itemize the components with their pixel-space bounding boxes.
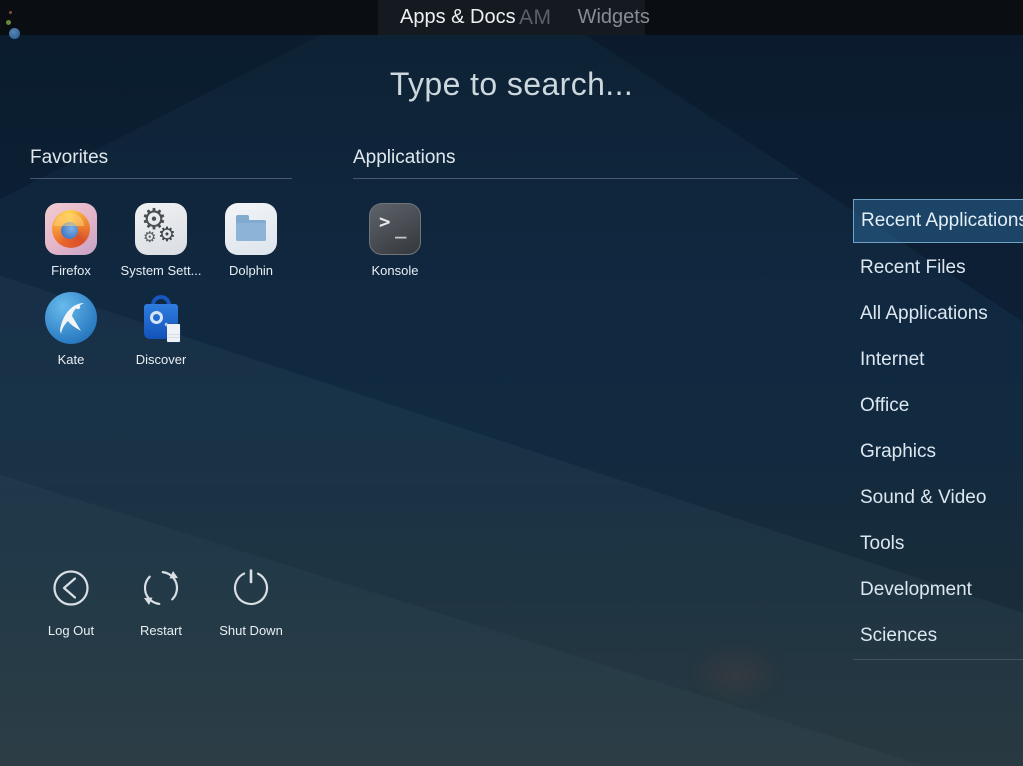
kate-icon xyxy=(45,292,97,344)
category-recent-files[interactable]: Recent Files xyxy=(853,245,1023,291)
top-bar: AM Apps & Docs Widgets xyxy=(0,0,1023,35)
app-dolphin[interactable]: Dolphin xyxy=(206,203,296,278)
app-konsole[interactable]: >_ Konsole xyxy=(350,203,440,278)
konsole-icon: >_ xyxy=(369,203,421,255)
tab-strip: AM Apps & Docs Widgets xyxy=(378,0,645,35)
clock-ghost-text: AM xyxy=(519,0,552,35)
dolphin-icon xyxy=(225,203,277,255)
desktop-dot-green xyxy=(6,20,11,25)
category-tools[interactable]: Tools xyxy=(853,521,1023,567)
restart-icon xyxy=(139,566,183,610)
favorites-grid: Firefox ⚙⚙⚙ System Sett... Dolphin Kate xyxy=(26,203,306,367)
app-label: Discover xyxy=(136,352,187,367)
applications-grid: >_ Konsole xyxy=(350,203,630,278)
tab-apps-docs[interactable]: Apps & Docs xyxy=(400,0,516,35)
favorites-section-header: Favorites xyxy=(30,147,292,179)
system-settings-icon: ⚙⚙⚙ xyxy=(135,203,187,255)
session-label: Shut Down xyxy=(219,623,283,638)
app-label: Firefox xyxy=(51,263,91,278)
app-label: Kate xyxy=(58,352,85,367)
session-actions: Log Out Restart Shut Down xyxy=(26,566,296,638)
app-dashboard: AM Apps & Docs Widgets Type to search...… xyxy=(0,0,1023,766)
logout-button[interactable]: Log Out xyxy=(26,566,116,638)
app-kate[interactable]: Kate xyxy=(26,292,116,367)
applications-title: Applications xyxy=(353,147,798,179)
app-label: System Sett... xyxy=(121,263,202,278)
desktop-dot-blue xyxy=(9,28,20,39)
restart-button[interactable]: Restart xyxy=(116,566,206,638)
discover-icon xyxy=(135,292,187,344)
app-system-settings[interactable]: ⚙⚙⚙ System Sett... xyxy=(116,203,206,278)
session-label: Log Out xyxy=(48,623,94,638)
session-label: Restart xyxy=(140,623,182,638)
category-office[interactable]: Office xyxy=(853,383,1023,429)
desktop-dot-red xyxy=(9,11,12,14)
category-all-applications[interactable]: All Applications xyxy=(853,291,1023,337)
category-development[interactable]: Development xyxy=(853,567,1023,613)
wallpaper-smudge xyxy=(688,642,784,706)
category-internet[interactable]: Internet xyxy=(853,337,1023,383)
applications-section-header: Applications xyxy=(353,147,798,179)
category-sound-video[interactable]: Sound & Video xyxy=(853,475,1023,521)
app-label: Konsole xyxy=(372,263,419,278)
logout-icon xyxy=(49,566,93,610)
search-input[interactable]: Type to search... xyxy=(0,66,1023,103)
category-list: Recent Applications Recent Files All App… xyxy=(853,199,1023,660)
favorites-title: Favorites xyxy=(30,147,292,179)
category-graphics[interactable]: Graphics xyxy=(853,429,1023,475)
shutdown-icon xyxy=(229,566,273,610)
app-discover[interactable]: Discover xyxy=(116,292,206,367)
category-recent-applications[interactable]: Recent Applications xyxy=(853,199,1023,243)
tab-widgets[interactable]: Widgets xyxy=(578,0,650,35)
app-firefox[interactable]: Firefox xyxy=(26,203,116,278)
category-sciences[interactable]: Sciences xyxy=(853,613,1023,659)
firefox-icon xyxy=(45,203,97,255)
shutdown-button[interactable]: Shut Down xyxy=(206,566,296,638)
app-label: Dolphin xyxy=(229,263,273,278)
